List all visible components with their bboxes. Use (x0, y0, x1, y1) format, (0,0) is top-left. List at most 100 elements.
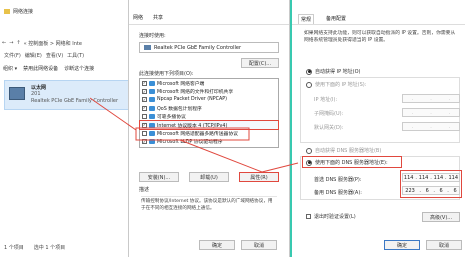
adapter-description: Realtek PCIe GbE Family Controller (31, 98, 119, 104)
network-card-icon (144, 45, 151, 50)
menu-edit[interactable]: 编辑(E) (25, 52, 42, 59)
list-item[interactable]: ✓ Microsoft LLDP 协议驱动程序 (140, 138, 278, 146)
adapter-box: Realtek PCIe GbE Family Controller (139, 42, 279, 53)
component-icon (149, 89, 155, 95)
component-icon (149, 114, 155, 120)
up-arrow-icon[interactable]: ↑ (16, 40, 20, 46)
status-selected: 选中 1 个项目 (33, 245, 66, 251)
description-text: 传输控制协议/Internet 协议。该协议是默认的广域网络协议，用于在不同的相… (141, 196, 277, 212)
menu-bar: 文件(F) 编辑(E) 查看(V) 工具(T) (4, 52, 84, 59)
window-title-bar: 网络连接 (0, 0, 139, 22)
forward-arrow-icon[interactable]: → (9, 40, 13, 46)
component-icon (149, 131, 155, 137)
ok-button[interactable]: 确定 (199, 240, 235, 250)
description-label: 描述 (139, 187, 150, 193)
advanced-button[interactable]: 高级(V)... (422, 212, 460, 222)
checkbox[interactable] (142, 114, 147, 120)
component-icon (149, 139, 155, 145)
component-icon (149, 122, 155, 128)
checkbox[interactable]: ✓ (142, 97, 147, 103)
component-icon (149, 97, 155, 103)
ipv4-properties-window: 常规 备用配置 如果网络支持此功能，则可以获取自动指派的 IP 设置。否则，你需… (290, 0, 465, 257)
organize-button[interactable]: 组织 ▾ (3, 65, 17, 72)
list-item-label: QoS 数据包计划程序 (157, 106, 202, 112)
items-label: 此连接使用下列项目(O): (139, 71, 194, 77)
radio-auto-ip-label: 自动获得 IP 地址(O) (315, 69, 361, 75)
list-item[interactable]: ✓ Microsoft 网络客户端 (140, 79, 278, 87)
component-icon (149, 105, 155, 111)
radio-button[interactable] (306, 147, 312, 154)
checkbox[interactable]: ✓ (142, 80, 147, 86)
back-arrow-icon[interactable]: ← (2, 40, 6, 46)
adapter-sub: 201 (31, 91, 41, 97)
status-bar: 1 个项目 选中 1 个项目 (4, 244, 65, 251)
window-title: 网络连接 (13, 8, 34, 15)
tab-divider (292, 24, 465, 25)
list-item-label: Microsoft LLDP 协议驱动程序 (157, 140, 223, 146)
configure-button[interactable]: 配置(C)... (241, 58, 279, 68)
address-bar[interactable]: ← → ↑ « 控制面板 > 网络和 Inte (2, 38, 138, 48)
network-connections-window: 网络连接 ← → ↑ « 控制面板 > 网络和 Inte 文件(F) 编辑(E)… (0, 0, 140, 257)
radio-auto-ip[interactable]: 自动获得 IP 地址(O) (306, 68, 361, 75)
uninstall-button[interactable]: 卸载(U) (189, 172, 229, 182)
components-list[interactable]: ✓ Microsoft 网络客户端 ✓ Microsoft 网络的文件和打印机共享 … (139, 78, 279, 148)
subnet-mask-label: 子网掩码(U): (314, 111, 344, 117)
tab-network[interactable]: 网络 (133, 14, 143, 21)
radio-manual-ip[interactable]: 使用下面的 IP 地址(S): (306, 81, 366, 88)
checkbox[interactable]: ✓ (142, 139, 147, 145)
checkbox[interactable]: ✓ (142, 89, 147, 95)
radio-manual-ip-label: 使用下面的 IP 地址(S): (315, 82, 367, 88)
disable-device-button[interactable]: 禁用此网络设备 (23, 65, 58, 72)
checkbox[interactable]: ✓ (142, 122, 147, 128)
list-item-label: Npcap Packet Driver (NPCAP) (157, 97, 228, 103)
command-bar: 组织 ▾ 禁用此网络设备 诊断这个连接 (3, 65, 137, 72)
list-item[interactable]: ✓ Microsoft 网络的文件和打印机共享 (140, 87, 278, 95)
list-item[interactable]: 可靠多播协议 (140, 113, 278, 121)
menu-file[interactable]: 文件(F) (4, 52, 21, 59)
list-item-label: Microsoft 网络的文件和打印机共享 (157, 90, 234, 96)
alternate-dns-label: 备用 DNS 服务器(A): (314, 190, 362, 196)
checkbox[interactable]: ✓ (142, 105, 147, 111)
tab-general[interactable]: 常规 (298, 14, 315, 24)
list-item[interactable]: Microsoft 网络适配器多路传送器协议 (140, 129, 278, 137)
ok-button[interactable]: 确定 (384, 240, 420, 250)
ethernet-adapter-item[interactable]: 以太网 201 Realtek PCIe GbE Family Controll… (4, 80, 136, 110)
validate-label: 退出时验证设置(L) (314, 214, 356, 220)
menu-tools[interactable]: 工具(T) (67, 52, 84, 59)
radio-auto-dns[interactable]: 自动获得 DNS 服务器地址(B) (306, 147, 381, 154)
cancel-button[interactable]: 取消 (426, 240, 462, 250)
radio-button[interactable] (306, 68, 312, 75)
properties-tabs: 网络 共享 (133, 14, 163, 21)
list-item-ipv4[interactable]: ✓ Internet 协议版本 4 (TCP/IPv4) (139, 119, 279, 131)
subnet-mask-field: ... (402, 108, 460, 117)
list-item-label: Microsoft 网络客户端 (157, 81, 205, 87)
network-adapter-icon (9, 87, 25, 100)
ethernet-properties-window: 网络 共享 连接时使用: Realtek PCIe GbE Family Con… (128, 0, 290, 257)
highlight-box (400, 170, 462, 198)
tab-divider (129, 24, 289, 25)
ipv4-description: 如果网络支持此功能，则可以获取自动指派的 IP 设置。否则，你需要从网络系统管理… (304, 31, 456, 43)
ip-address-field: ... (402, 94, 460, 103)
list-item-label: Microsoft 网络适配器多路传送器协议 (157, 132, 238, 138)
tab-alternate[interactable]: 备用配置 (324, 14, 348, 24)
radio-auto-dns-label: 自动获得 DNS 服务器地址(B) (315, 148, 382, 154)
list-item-label: 可靠多播协议 (157, 115, 186, 121)
radio-button[interactable] (306, 81, 312, 88)
preferred-dns-label: 首选 DNS 服务器(P): (314, 177, 362, 183)
menu-view[interactable]: 查看(V) (46, 52, 63, 59)
cancel-button[interactable]: 取消 (241, 240, 277, 250)
ipv4-tabs: 常规 备用配置 (298, 14, 348, 24)
checkbox[interactable] (142, 131, 147, 137)
ip-address-label: IP 地址(I): (314, 97, 338, 103)
install-button[interactable]: 安装(N)... (139, 172, 179, 182)
checkbox[interactable] (306, 214, 311, 219)
gateway-label: 默认网关(D): (314, 125, 344, 131)
address-path[interactable]: « 控制面板 > 网络和 Inte (24, 40, 82, 47)
list-item[interactable]: ✓ Npcap Packet Driver (NPCAP) (140, 96, 278, 104)
list-item[interactable]: ✓ QoS 数据包计划程序 (140, 104, 278, 112)
properties-button[interactable]: 属性(R) (239, 172, 279, 182)
adapter-label: Realtek PCIe GbE Family Controller (154, 44, 242, 51)
tab-sharing[interactable]: 共享 (153, 14, 163, 21)
validate-checkbox[interactable]: 退出时验证设置(L) (306, 213, 356, 220)
diagnose-button[interactable]: 诊断这个连接 (64, 65, 94, 72)
